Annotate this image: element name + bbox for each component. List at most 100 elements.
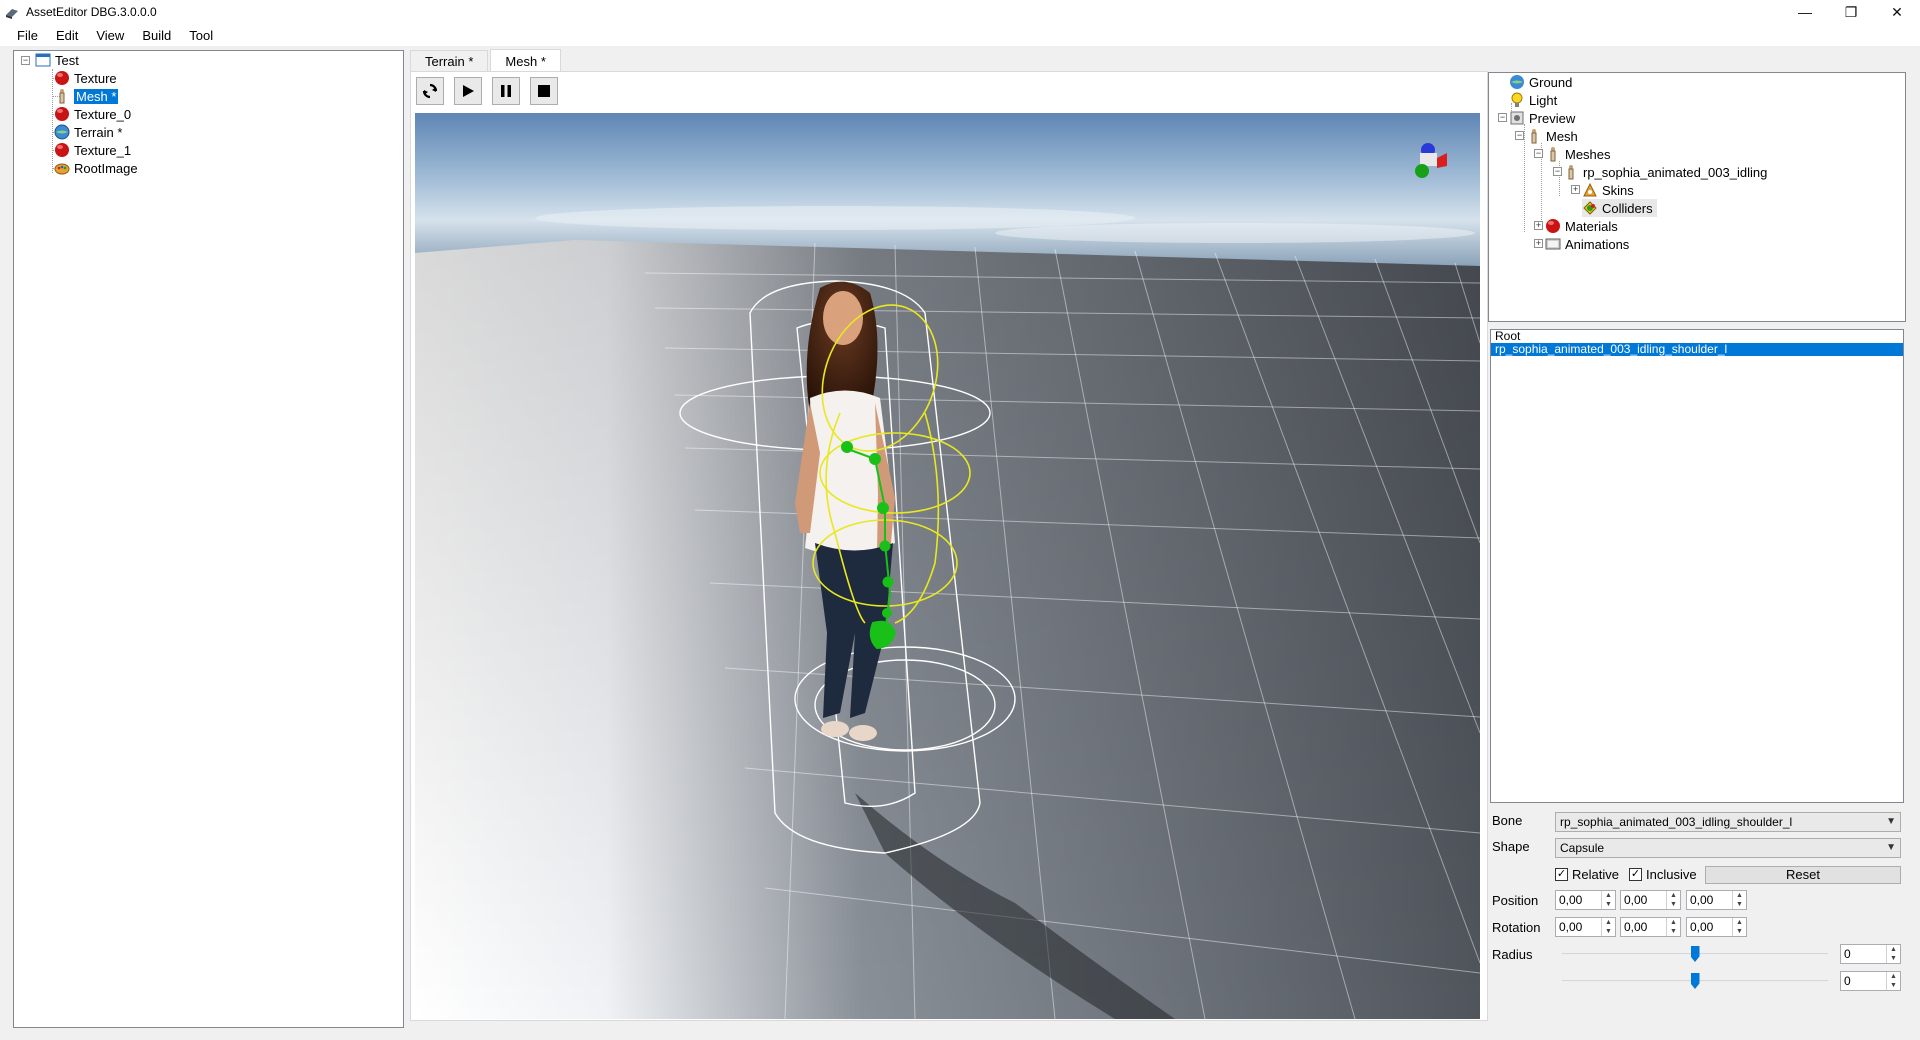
rotation-x-field[interactable]: 0,00 ▲ ▼ bbox=[1555, 917, 1616, 937]
scene-item-colliders[interactable]: Colliders bbox=[1582, 199, 1657, 217]
tree-label: Colliders bbox=[1602, 200, 1653, 216]
relative-checkbox[interactable]: ✓ Relative bbox=[1555, 867, 1619, 882]
refresh-button[interactable] bbox=[416, 77, 444, 105]
scene-tree[interactable]: Ground Light − Preview − Mesh − Meshes −… bbox=[1488, 72, 1906, 322]
red-sphere-icon bbox=[55, 143, 69, 157]
position-x-field[interactable]: 0,00 ▲ ▼ bbox=[1555, 890, 1616, 910]
menu-tool[interactable]: Tool bbox=[180, 28, 222, 43]
scene-item-mesh[interactable]: Mesh bbox=[1526, 127, 1578, 145]
tree-label: Light bbox=[1529, 92, 1558, 108]
tree-collapse-toggle[interactable]: − bbox=[1515, 131, 1524, 140]
refresh-icon bbox=[422, 83, 438, 99]
tree-item-terrain[interactable]: Terrain * bbox=[54, 123, 122, 141]
menu-view[interactable]: View bbox=[87, 28, 133, 43]
tree-collapse-toggle[interactable]: − bbox=[1498, 113, 1507, 122]
bone-label: Bone bbox=[1492, 813, 1523, 828]
palette-icon bbox=[54, 163, 70, 175]
menu-file[interactable]: File bbox=[8, 28, 47, 43]
tree-item-texture-1[interactable]: Texture_1 bbox=[54, 141, 131, 159]
tree-item-texture-0[interactable]: Texture_0 bbox=[54, 105, 131, 123]
close-button[interactable]: ✕ bbox=[1874, 0, 1920, 24]
title-bar: AssetEditor DBG.3.0.0.0 — ❐ ✕ bbox=[0, 0, 1920, 24]
menu-build[interactable]: Build bbox=[133, 28, 180, 43]
mesh-figure-icon bbox=[1531, 129, 1537, 144]
menu-bar: File Edit View Build Tool bbox=[0, 24, 1920, 46]
tree-item-texture[interactable]: Texture bbox=[54, 69, 117, 87]
tree-collapse-toggle[interactable]: − bbox=[1553, 167, 1562, 176]
checkmark-icon: ✓ bbox=[1555, 868, 1568, 881]
tree-collapse-toggle[interactable]: − bbox=[1534, 149, 1543, 158]
bone-list-item-selected[interactable]: rp_sophia_animated_003_idling_shoulder_l bbox=[1491, 343, 1903, 356]
rotation-z-field[interactable]: 0,00 ▲ ▼ bbox=[1686, 917, 1747, 937]
restore-button[interactable]: ❐ bbox=[1828, 0, 1874, 24]
mesh-figure-icon bbox=[1568, 165, 1574, 180]
tree-label: Mesh bbox=[1546, 128, 1578, 144]
relative-label: Relative bbox=[1572, 867, 1619, 882]
scene-item-skins[interactable]: Skins bbox=[1582, 181, 1634, 199]
stop-button[interactable] bbox=[530, 77, 558, 105]
shape-label: Shape bbox=[1492, 839, 1530, 854]
editor-tabs: Terrain * Mesh * bbox=[410, 49, 563, 72]
collider-icon bbox=[1583, 201, 1597, 215]
height-field[interactable]: 0 ▲ ▼ bbox=[1840, 971, 1901, 991]
rotation-y-field[interactable]: 0,00 ▲ ▼ bbox=[1620, 917, 1681, 937]
tree-label: rp_sophia_animated_003_idling bbox=[1583, 164, 1768, 180]
tree-label: Texture_1 bbox=[74, 142, 132, 158]
height-slider-thumb[interactable] bbox=[1690, 973, 1700, 989]
pause-button[interactable] bbox=[492, 77, 520, 105]
checkmark-icon: ✓ bbox=[1629, 868, 1642, 881]
tree-expand-toggle[interactable]: + bbox=[1571, 185, 1580, 194]
scene-item-meshes[interactable]: Meshes bbox=[1545, 145, 1611, 163]
red-sphere-icon bbox=[55, 71, 69, 85]
radius-slider-thumb[interactable] bbox=[1690, 946, 1700, 962]
mesh-figure-icon bbox=[1550, 147, 1556, 162]
radius-field[interactable]: 0 ▲ ▼ bbox=[1840, 944, 1901, 964]
3d-viewport[interactable] bbox=[415, 113, 1480, 1019]
tab-terrain[interactable]: Terrain * bbox=[410, 50, 489, 72]
window-icon bbox=[35, 53, 51, 67]
chevron-down-icon: ▼ bbox=[1886, 816, 1896, 827]
rotation-label: Rotation bbox=[1492, 920, 1541, 935]
position-z-field[interactable]: 0,00 ▲ ▼ bbox=[1686, 890, 1747, 910]
mesh-figure-icon bbox=[59, 89, 65, 104]
bone-dropdown-value: rp_sophia_animated_003_idling_shoulder_l bbox=[1560, 815, 1793, 829]
tree-label: Texture bbox=[74, 70, 117, 86]
app-icon bbox=[6, 9, 18, 19]
minimize-button[interactable]: — bbox=[1782, 0, 1828, 24]
position-y-field[interactable]: 0,00 ▲ ▼ bbox=[1620, 890, 1681, 910]
scene-item-animations[interactable]: Animations bbox=[1545, 235, 1629, 253]
pause-icon bbox=[501, 85, 511, 97]
scene-item-preview[interactable]: Preview bbox=[1509, 109, 1575, 127]
reset-button[interactable]: Reset bbox=[1705, 866, 1901, 884]
globe-icon bbox=[54, 124, 70, 140]
tab-mesh[interactable]: Mesh * bbox=[490, 49, 561, 72]
menu-edit[interactable]: Edit bbox=[47, 28, 87, 43]
project-tree[interactable]: − Test Texture Mesh * Texture_0 Terrain … bbox=[13, 50, 404, 1028]
inclusive-checkbox[interactable]: ✓ Inclusive bbox=[1629, 867, 1697, 882]
tree-item-root[interactable]: Test bbox=[35, 51, 79, 69]
tree-label: Preview bbox=[1529, 110, 1576, 126]
tree-label: Texture_0 bbox=[74, 106, 132, 122]
bone-dropdown[interactable]: rp_sophia_animated_003_idling_shoulder_l… bbox=[1555, 812, 1901, 832]
chevron-down-icon: ▼ bbox=[1886, 842, 1896, 853]
scene-item-light[interactable]: Light bbox=[1509, 91, 1557, 109]
scene-item-ground[interactable]: Ground bbox=[1509, 73, 1572, 91]
shape-dropdown[interactable]: Capsule ▼ bbox=[1555, 838, 1901, 858]
stop-icon bbox=[538, 85, 550, 97]
tree-expand-toggle[interactable]: + bbox=[1534, 221, 1543, 230]
tree-label: Materials bbox=[1565, 218, 1618, 234]
tree-collapse-toggle[interactable]: − bbox=[21, 56, 30, 65]
window-title: AssetEditor DBG.3.0.0.0 bbox=[26, 5, 157, 19]
tree-label: RootImage bbox=[74, 160, 138, 176]
bone-list[interactable]: Root rp_sophia_animated_003_idling_shoul… bbox=[1490, 329, 1904, 803]
tree-label: Mesh * bbox=[74, 88, 119, 104]
scene-item-materials[interactable]: Materials bbox=[1545, 217, 1618, 235]
tree-label: Ground bbox=[1529, 74, 1573, 90]
play-button[interactable] bbox=[454, 77, 482, 105]
tree-expand-toggle[interactable]: + bbox=[1534, 239, 1543, 248]
tree-item-mesh[interactable]: Mesh * bbox=[54, 87, 119, 105]
scene-item-mesh-instance[interactable]: rp_sophia_animated_003_idling bbox=[1563, 163, 1767, 181]
scene-render bbox=[415, 113, 1480, 1019]
tree-item-rootimage[interactable]: RootImage bbox=[54, 159, 138, 177]
tree-label: Meshes bbox=[1565, 146, 1611, 162]
